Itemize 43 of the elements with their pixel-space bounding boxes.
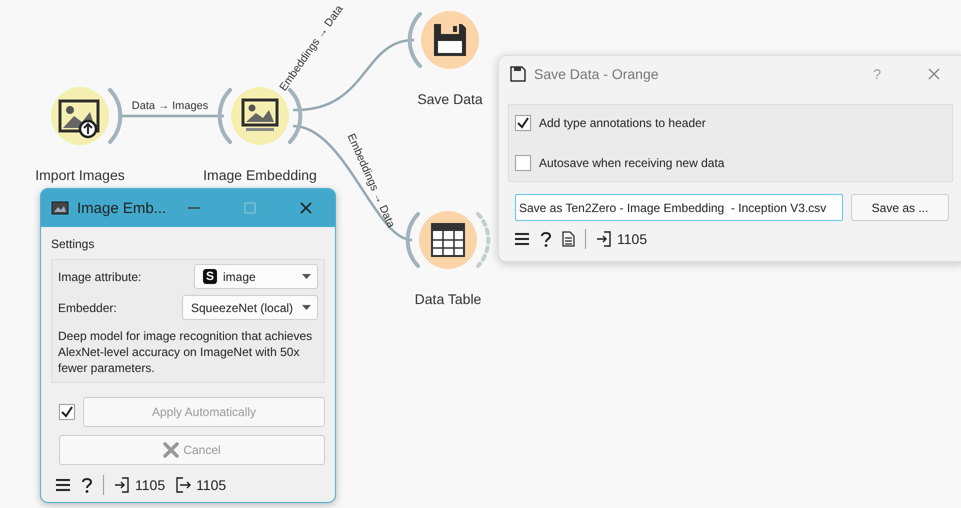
input-icon [596, 231, 612, 247]
node-label: Save Data [417, 91, 483, 107]
input-port-arc[interactable] [406, 212, 420, 268]
cross-icon [163, 442, 180, 458]
window-title: Image Emb... [77, 200, 166, 216]
input-port-arc[interactable] [218, 88, 232, 144]
node-label: Import Images [35, 167, 125, 183]
input-port-arc[interactable] [408, 12, 422, 68]
help-icon[interactable] [540, 231, 552, 247]
dropdown[interactable]: SqueezeNet (local) [182, 295, 318, 320]
image-icon [51, 201, 69, 215]
checkbox-label: Add type annotations to header [539, 116, 706, 130]
checkbox[interactable] [515, 155, 531, 171]
menu-icon[interactable] [55, 478, 71, 492]
save-as-button[interactable]: Save as ... [851, 194, 949, 221]
field-label: Image attribute: [58, 270, 142, 284]
node-label: Image Embedding [203, 167, 317, 183]
close-icon[interactable] [927, 67, 941, 81]
document-icon[interactable] [562, 231, 575, 247]
table-icon [431, 223, 465, 257]
input-count: 1105 [617, 231, 648, 247]
checkbox-label: Autosave when receiving new data [539, 156, 724, 170]
output-count: 1105 [196, 477, 226, 493]
input-icon [114, 477, 130, 493]
filename-field[interactable]: Save as Ten2Zero - Image Embedding - Inception V3.csv [515, 194, 843, 221]
window-title: Save Data - Orange [534, 66, 659, 82]
dropdown-arrow-icon [302, 274, 311, 279]
node-label: Data Table [414, 291, 482, 307]
menu-icon[interactable] [514, 232, 530, 246]
string-type-badge: S [203, 269, 218, 284]
close-icon[interactable] [299, 201, 313, 215]
output-icon [175, 477, 192, 493]
link-label: Data → Images [132, 100, 208, 112]
section-label: Settings [51, 237, 96, 251]
image-upload-icon [58, 100, 100, 138]
description-text: Deep model for image recognition that achieves AlexNet-level accuracy on ImageNet with 50x fewer parameters. [58, 328, 314, 376]
checkbox[interactable] [515, 115, 531, 131]
field-label: Embedder: [58, 300, 117, 314]
image-embedding-icon [242, 98, 278, 131]
dropdown-arrow-icon [302, 305, 311, 310]
dropdown[interactable]: S image [194, 264, 318, 289]
input-count: 1105 [135, 477, 166, 493]
help-icon[interactable] [81, 477, 93, 493]
